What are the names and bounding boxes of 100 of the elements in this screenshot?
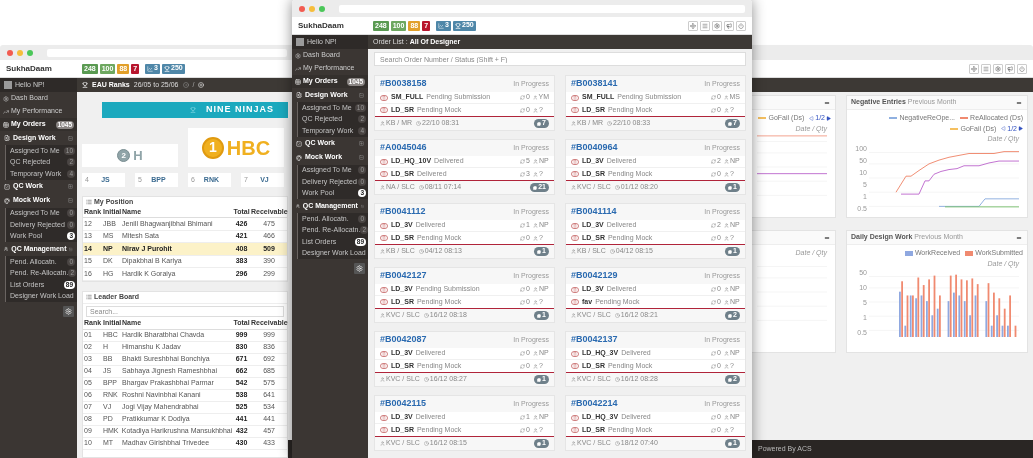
refresh-icon [711, 235, 717, 241]
pause-icon[interactable] [380, 94, 388, 101]
table-icon [3, 121, 9, 128]
order-number[interactable]: #B0040964 [571, 141, 618, 155]
pause-icon[interactable] [571, 235, 579, 241]
refresh-icon [711, 223, 717, 228]
collapse-button[interactable] [1015, 99, 1023, 106]
pause-icon[interactable] [571, 286, 579, 293]
maximize-button[interactable] [27, 49, 33, 56]
previous-icon[interactable] [809, 115, 815, 121]
collapse-button[interactable] [823, 234, 831, 241]
pause-icon[interactable] [571, 363, 579, 369]
clock-icon [614, 185, 620, 190]
user-icon [533, 299, 538, 305]
settings-button[interactable] [63, 306, 74, 317]
pause-icon[interactable] [571, 171, 579, 177]
clock-icon [614, 313, 620, 318]
user-icon [533, 223, 538, 228]
pause-icon[interactable] [380, 299, 388, 305]
order-number[interactable]: #B0038158 [380, 77, 427, 91]
refresh-icon [520, 427, 526, 433]
order-number[interactable]: #B0042214 [571, 397, 618, 411]
chart-icon [147, 65, 154, 72]
menu-icon[interactable] [700, 20, 710, 31]
pause-icon[interactable] [571, 350, 579, 357]
users-icon [296, 203, 300, 209]
pause-icon[interactable] [380, 350, 388, 357]
trophy-icon [190, 107, 196, 113]
order-number[interactable]: #A0045046 [380, 141, 427, 155]
close-button[interactable] [7, 49, 13, 56]
user-icon [380, 185, 385, 190]
pause-icon[interactable] [380, 363, 388, 369]
clock-icon [416, 121, 422, 126]
user-icon [533, 351, 538, 356]
pause-icon[interactable] [380, 286, 388, 293]
megaphone-icon[interactable] [1005, 63, 1015, 74]
avatar-placeholder [4, 81, 12, 89]
fullscreen-icon[interactable] [688, 20, 698, 31]
pause-icon[interactable] [380, 414, 388, 421]
close-button[interactable] [299, 5, 305, 12]
clock-icon [609, 249, 615, 254]
pause-icon[interactable] [571, 158, 579, 165]
medal: 1 [201, 136, 224, 159]
order-number[interactable]: #B0042137 [571, 333, 618, 347]
pause-icon[interactable] [380, 235, 388, 241]
power-icon[interactable] [736, 20, 746, 31]
maximize-button[interactable] [319, 5, 325, 12]
user-icon [724, 95, 729, 100]
next-icon[interactable] [1018, 126, 1023, 132]
pause-icon[interactable] [380, 107, 388, 113]
user-icon [533, 171, 538, 177]
fullscreen-icon[interactable] [969, 63, 979, 74]
pause-icon[interactable] [571, 299, 579, 305]
menu-icon[interactable] [981, 63, 991, 74]
power-icon[interactable] [1017, 63, 1027, 74]
order-number[interactable]: #B0042115 [380, 397, 427, 411]
pause-icon[interactable] [380, 427, 388, 433]
add-icon[interactable] [198, 82, 205, 88]
order-number[interactable]: #B0042129 [571, 269, 618, 283]
user-icon [533, 363, 538, 369]
collapse-button[interactable] [1015, 234, 1023, 241]
pause-icon[interactable] [380, 171, 388, 177]
user-icon [533, 427, 538, 433]
collapse-button[interactable] [823, 99, 831, 106]
pause-icon[interactable] [571, 414, 579, 421]
pause-icon[interactable] [571, 222, 579, 229]
user-icon [571, 377, 576, 382]
refresh-icon [711, 363, 717, 369]
user-icon [380, 441, 385, 446]
pause-icon[interactable] [571, 427, 579, 433]
settings-icon[interactable] [712, 20, 722, 31]
refresh-icon [711, 287, 717, 292]
settings-button[interactable] [354, 263, 365, 274]
collapse-icon [359, 155, 364, 160]
collapse-icon [68, 198, 73, 203]
gear-icon [295, 52, 301, 59]
user-icon [571, 249, 576, 254]
target-icon[interactable] [182, 82, 189, 88]
order-number[interactable]: #B0042127 [380, 269, 427, 283]
pause-icon[interactable] [380, 158, 388, 165]
order-number[interactable]: #B0038141 [571, 77, 618, 91]
list-icon [86, 199, 92, 205]
order-number[interactable]: #B0041114 [571, 205, 617, 219]
megaphone-icon[interactable] [724, 20, 734, 31]
next-icon[interactable] [826, 115, 831, 121]
settings-icon[interactable] [993, 63, 1003, 74]
refresh-icon [520, 171, 526, 177]
pause-icon[interactable] [380, 222, 388, 229]
user-icon [380, 377, 385, 382]
pause-icon[interactable] [571, 107, 579, 113]
previous-icon[interactable] [1001, 126, 1007, 132]
list-icon [86, 294, 92, 300]
order-number[interactable]: #B0041112 [380, 205, 426, 219]
gear-icon [3, 95, 9, 102]
user-icon [724, 299, 729, 305]
pause-icon[interactable] [571, 94, 579, 101]
order-number[interactable]: #B0042087 [380, 333, 427, 347]
users-icon [4, 246, 9, 252]
refresh-icon [520, 159, 526, 164]
refresh-icon [520, 415, 526, 420]
